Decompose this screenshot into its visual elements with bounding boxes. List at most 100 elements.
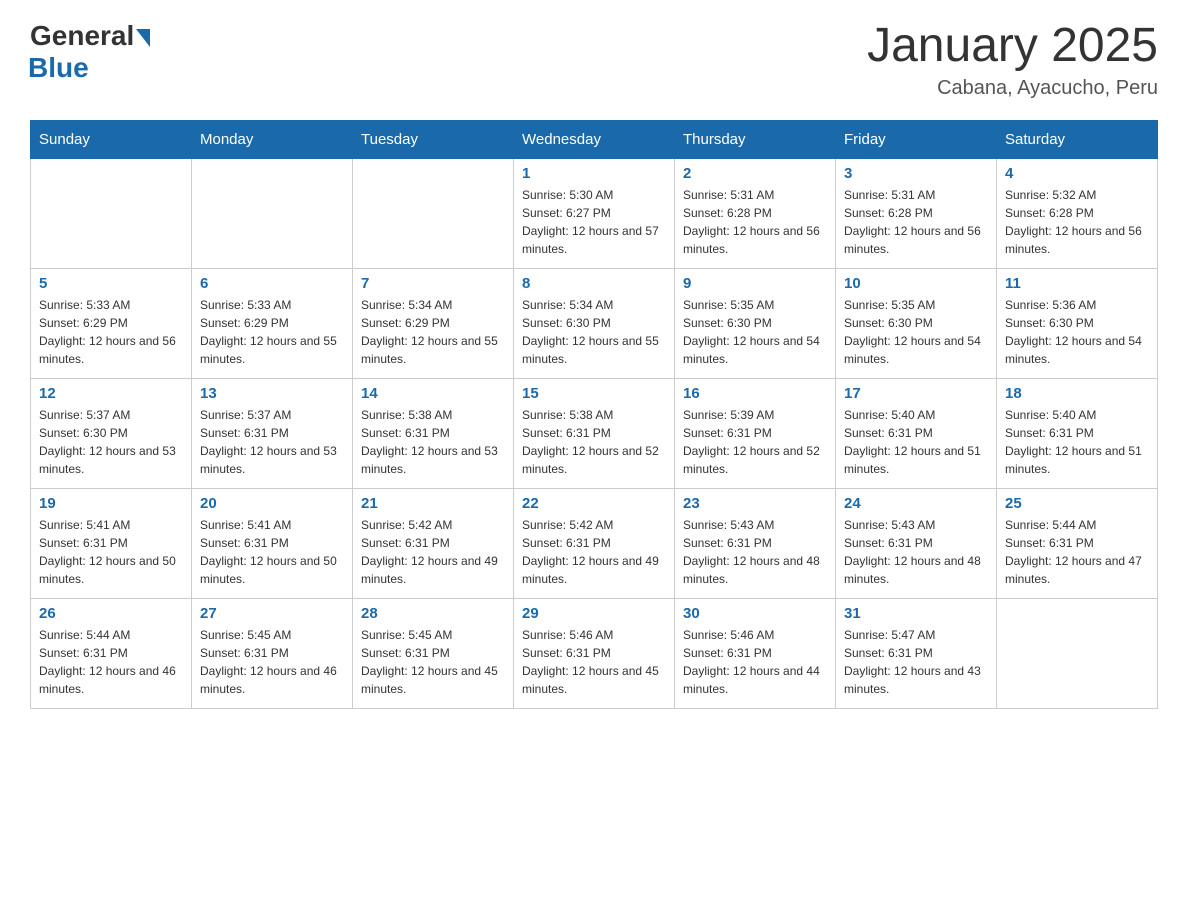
calendar-cell: 15 Sunrise: 5:38 AMSunset: 6:31 PMDayligh… bbox=[514, 378, 675, 488]
calendar-header-thursday: Thursday bbox=[675, 120, 836, 158]
day-info: Sunrise: 5:45 AMSunset: 6:31 PMDaylight:… bbox=[361, 626, 505, 698]
calendar-week-5: 26Sunrise: 5:44 AMSunset: 6:31 PMDayligh… bbox=[31, 598, 1158, 708]
day-number: 25 bbox=[1005, 495, 1149, 512]
day-number: 19 bbox=[39, 495, 183, 512]
calendar-week-2: 5Sunrise: 5:33 AMSunset: 6:29 PMDaylight… bbox=[31, 268, 1158, 378]
day-info: Sunrise: 5:33 AMSunset: 6:29 PMDaylight:… bbox=[39, 296, 183, 368]
day-info: Sunrise: 5:39 AMSunset: 6:31 PMDaylight:… bbox=[683, 406, 827, 478]
logo-general-text: General bbox=[30, 20, 134, 52]
calendar-header-friday: Friday bbox=[836, 120, 997, 158]
calendar-cell: 6 Sunrise: 5:33 AMSunset: 6:29 PMDaylight… bbox=[192, 268, 353, 378]
calendar-cell: 24 Sunrise: 5:43 AMSunset: 6:31 PMDayligh… bbox=[836, 488, 997, 598]
day-number: 24 bbox=[844, 495, 988, 512]
day-number: 4 bbox=[1005, 165, 1149, 182]
day-info: Sunrise: 5:44 AMSunset: 6:31 PMDaylight:… bbox=[39, 626, 183, 698]
day-info: Sunrise: 5:41 AMSunset: 6:31 PMDaylight:… bbox=[200, 516, 344, 588]
day-number: 3 bbox=[844, 165, 988, 182]
day-info: Sunrise: 5:46 AMSunset: 6:31 PMDaylight:… bbox=[522, 626, 666, 698]
day-info: Sunrise: 5:47 AMSunset: 6:31 PMDaylight:… bbox=[844, 626, 988, 698]
calendar-cell: 1Sunrise: 5:30 AMSunset: 6:27 PMDaylight… bbox=[514, 158, 675, 268]
day-info: Sunrise: 5:42 AMSunset: 6:31 PMDaylight:… bbox=[361, 516, 505, 588]
calendar-cell: 16 Sunrise: 5:39 AMSunset: 6:31 PMDayligh… bbox=[675, 378, 836, 488]
calendar-cell: 18 Sunrise: 5:40 AMSunset: 6:31 PMDayligh… bbox=[997, 378, 1158, 488]
day-info: Sunrise: 5:34 AMSunset: 6:30 PMDaylight:… bbox=[522, 296, 666, 368]
calendar-cell: 19 Sunrise: 5:41 AMSunset: 6:31 PMDayligh… bbox=[31, 488, 192, 598]
day-number: 12 bbox=[39, 385, 183, 402]
day-number: 16 bbox=[683, 385, 827, 402]
day-info: Sunrise: 5:34 AMSunset: 6:29 PMDaylight:… bbox=[361, 296, 505, 368]
calendar-header-monday: Monday bbox=[192, 120, 353, 158]
day-info: Sunrise: 5:45 AMSunset: 6:31 PMDaylight:… bbox=[200, 626, 344, 698]
day-info: Sunrise: 5:31 AMSunset: 6:28 PMDaylight:… bbox=[844, 186, 988, 258]
calendar-week-1: 1Sunrise: 5:30 AMSunset: 6:27 PMDaylight… bbox=[31, 158, 1158, 268]
calendar-cell: 25 Sunrise: 5:44 AMSunset: 6:31 PMDayligh… bbox=[997, 488, 1158, 598]
calendar-cell: 21Sunrise: 5:42 AMSunset: 6:31 PMDayligh… bbox=[353, 488, 514, 598]
day-info: Sunrise: 5:42 AMSunset: 6:31 PMDaylight:… bbox=[522, 516, 666, 588]
day-number: 15 bbox=[522, 385, 666, 402]
day-number: 9 bbox=[683, 275, 827, 292]
calendar-header-saturday: Saturday bbox=[997, 120, 1158, 158]
day-info: Sunrise: 5:35 AMSunset: 6:30 PMDaylight:… bbox=[683, 296, 827, 368]
day-number: 28 bbox=[361, 605, 505, 622]
calendar-cell: 31Sunrise: 5:47 AMSunset: 6:31 PMDayligh… bbox=[836, 598, 997, 708]
day-info: Sunrise: 5:43 AMSunset: 6:31 PMDaylight:… bbox=[683, 516, 827, 588]
calendar-cell: 3 Sunrise: 5:31 AMSunset: 6:28 PMDaylight… bbox=[836, 158, 997, 268]
day-number: 18 bbox=[1005, 385, 1149, 402]
calendar-cell: 7 Sunrise: 5:34 AMSunset: 6:29 PMDaylight… bbox=[353, 268, 514, 378]
logo: General Blue bbox=[30, 20, 150, 84]
calendar-cell: 26Sunrise: 5:44 AMSunset: 6:31 PMDayligh… bbox=[31, 598, 192, 708]
calendar-cell bbox=[353, 158, 514, 268]
calendar-header-row: SundayMondayTuesdayWednesdayThursdayFrid… bbox=[31, 120, 1158, 158]
calendar-cell: 20 Sunrise: 5:41 AMSunset: 6:31 PMDayligh… bbox=[192, 488, 353, 598]
calendar-cell bbox=[31, 158, 192, 268]
calendar-cell bbox=[997, 598, 1158, 708]
day-number: 6 bbox=[200, 275, 344, 292]
calendar-cell: 12 Sunrise: 5:37 AMSunset: 6:30 PMDayligh… bbox=[31, 378, 192, 488]
day-info: Sunrise: 5:31 AMSunset: 6:28 PMDaylight:… bbox=[683, 186, 827, 258]
calendar-cell: 11 Sunrise: 5:36 AMSunset: 6:30 PMDayligh… bbox=[997, 268, 1158, 378]
day-number: 22 bbox=[522, 495, 666, 512]
day-info: Sunrise: 5:37 AMSunset: 6:31 PMDaylight:… bbox=[200, 406, 344, 478]
day-info: Sunrise: 5:37 AMSunset: 6:30 PMDaylight:… bbox=[39, 406, 183, 478]
day-number: 23 bbox=[683, 495, 827, 512]
calendar-cell: 2 Sunrise: 5:31 AMSunset: 6:28 PMDaylight… bbox=[675, 158, 836, 268]
calendar-cell: 22 Sunrise: 5:42 AMSunset: 6:31 PMDayligh… bbox=[514, 488, 675, 598]
calendar-cell: 5Sunrise: 5:33 AMSunset: 6:29 PMDaylight… bbox=[31, 268, 192, 378]
day-info: Sunrise: 5:38 AMSunset: 6:31 PMDaylight:… bbox=[522, 406, 666, 478]
calendar-cell: 17Sunrise: 5:40 AMSunset: 6:31 PMDayligh… bbox=[836, 378, 997, 488]
day-number: 11 bbox=[1005, 275, 1149, 292]
calendar-cell bbox=[192, 158, 353, 268]
day-number: 8 bbox=[522, 275, 666, 292]
calendar-cell: 14Sunrise: 5:38 AMSunset: 6:31 PMDayligh… bbox=[353, 378, 514, 488]
title-block: January 2025 Cabana, Ayacucho, Peru bbox=[867, 20, 1158, 100]
day-number: 30 bbox=[683, 605, 827, 622]
calendar-header-tuesday: Tuesday bbox=[353, 120, 514, 158]
day-info: Sunrise: 5:40 AMSunset: 6:31 PMDaylight:… bbox=[1005, 406, 1149, 478]
day-info: Sunrise: 5:43 AMSunset: 6:31 PMDaylight:… bbox=[844, 516, 988, 588]
day-info: Sunrise: 5:44 AMSunset: 6:31 PMDaylight:… bbox=[1005, 516, 1149, 588]
calendar-cell: 9 Sunrise: 5:35 AMSunset: 6:30 PMDaylight… bbox=[675, 268, 836, 378]
calendar-cell: 8 Sunrise: 5:34 AMSunset: 6:30 PMDaylight… bbox=[514, 268, 675, 378]
day-number: 27 bbox=[200, 605, 344, 622]
day-number: 2 bbox=[683, 165, 827, 182]
day-info: Sunrise: 5:41 AMSunset: 6:31 PMDaylight:… bbox=[39, 516, 183, 588]
day-info: Sunrise: 5:33 AMSunset: 6:29 PMDaylight:… bbox=[200, 296, 344, 368]
day-info: Sunrise: 5:40 AMSunset: 6:31 PMDaylight:… bbox=[844, 406, 988, 478]
calendar-header-sunday: Sunday bbox=[31, 120, 192, 158]
logo-blue-text: Blue bbox=[28, 52, 89, 84]
calendar-subtitle: Cabana, Ayacucho, Peru bbox=[867, 77, 1158, 100]
day-number: 20 bbox=[200, 495, 344, 512]
calendar-cell: 4Sunrise: 5:32 AMSunset: 6:28 PMDaylight… bbox=[997, 158, 1158, 268]
page-header: General Blue January 2025 Cabana, Ayacuc… bbox=[30, 20, 1158, 100]
day-info: Sunrise: 5:36 AMSunset: 6:30 PMDaylight:… bbox=[1005, 296, 1149, 368]
day-info: Sunrise: 5:35 AMSunset: 6:30 PMDaylight:… bbox=[844, 296, 988, 368]
calendar-cell: 30 Sunrise: 5:46 AMSunset: 6:31 PMDayligh… bbox=[675, 598, 836, 708]
calendar-header-wednesday: Wednesday bbox=[514, 120, 675, 158]
day-number: 13 bbox=[200, 385, 344, 402]
day-number: 7 bbox=[361, 275, 505, 292]
day-number: 10 bbox=[844, 275, 988, 292]
calendar-cell: 23 Sunrise: 5:43 AMSunset: 6:31 PMDayligh… bbox=[675, 488, 836, 598]
day-number: 29 bbox=[522, 605, 666, 622]
day-number: 1 bbox=[522, 165, 666, 182]
day-info: Sunrise: 5:46 AMSunset: 6:31 PMDaylight:… bbox=[683, 626, 827, 698]
